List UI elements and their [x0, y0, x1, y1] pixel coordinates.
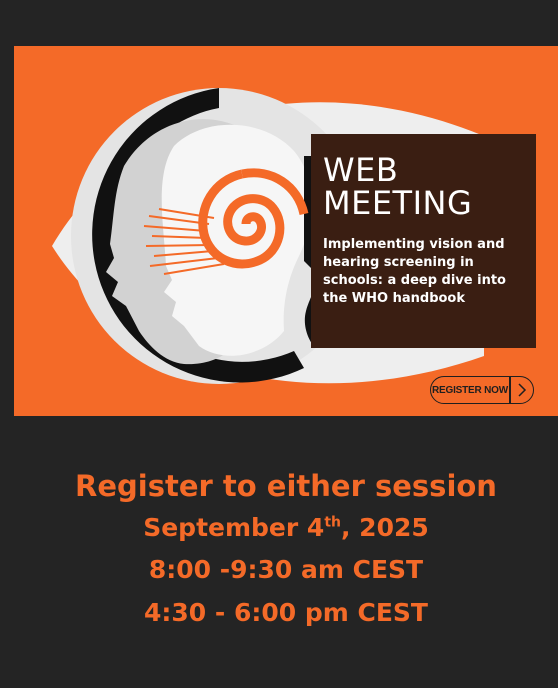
session-time-2: 4:30 - 6:00 pm CEST [144, 598, 428, 627]
date-prefix: September 4 [143, 513, 325, 542]
register-now-button[interactable]: REGISTER NOW [430, 376, 534, 404]
session-info: Register to either session September 4th… [14, 466, 558, 634]
banner-subtitle: Implementing vision and hearing screenin… [323, 237, 506, 306]
chevron-right-icon [511, 383, 534, 397]
register-now-label: REGISTER NOW [432, 384, 508, 396]
banner-title-web: WEB [323, 151, 399, 189]
session-heading: Register to either session [75, 469, 497, 503]
event-banner: WEB MEETING Implementing vision and hear… [14, 46, 558, 416]
info-panel: WEB MEETING Implementing vision and hear… [311, 134, 536, 348]
banner-title-meeting: MEETING [323, 184, 473, 222]
date-suffix: th [324, 514, 341, 531]
date-year: , 2025 [340, 513, 429, 542]
session-date: September 4th, 2025 [14, 508, 558, 548]
page-background: WEB MEETING Implementing vision and hear… [0, 0, 558, 688]
session-time-1: 8:00 -9:30 am CEST [148, 555, 424, 584]
